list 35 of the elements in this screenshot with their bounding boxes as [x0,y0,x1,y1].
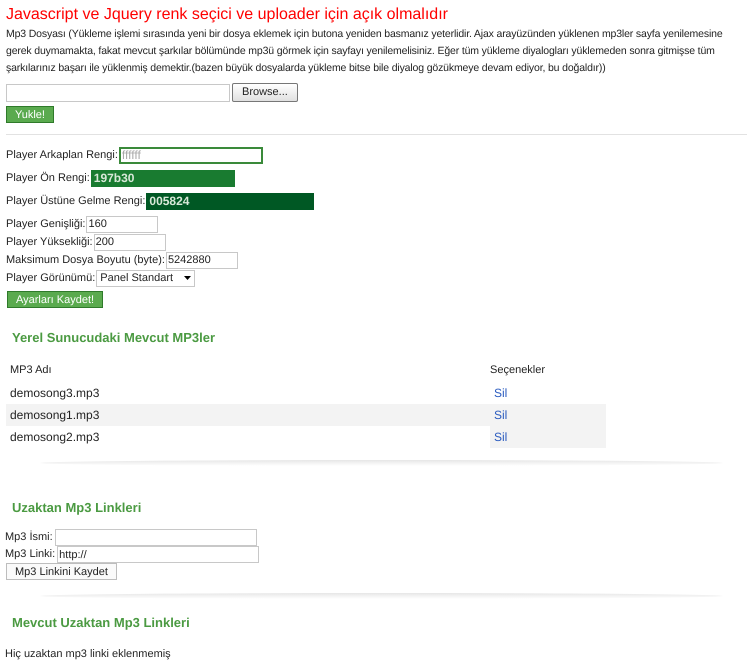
field-label: Mp3 İsmi: [5,530,53,546]
text-field[interactable]: 200 [94,234,166,250]
delete-link[interactable]: Sil [494,384,508,402]
setting-label: Player Yüksekliği: [6,234,93,250]
field-label: Mp3 Linki: [5,547,56,562]
section-heading: Yerel Sunucudaki Mevcut MP3ler [12,329,216,347]
setting-label: Player Üstüne Gelme Rengi: [6,194,146,209]
table-cell-text: demosong1.mp3 [9,406,100,424]
save-link-button[interactable]: Mp3 Linkini Kaydet [6,563,117,580]
color-field[interactable]: 005824 [146,192,314,210]
file-field[interactable] [6,84,230,102]
column-header: Seçenekler [490,363,546,378]
link-field[interactable]: http:// [57,546,260,563]
section-heading: Mevcut Uzaktan Mp3 Linkleri [12,614,191,632]
section-heading: Uzaktan Mp3 Linkleri [12,498,142,517]
dropdown[interactable]: Panel Standart [96,270,196,286]
table-cell-text: demosong3.mp3 [9,384,100,402]
upload-description: Mp3 Dosyası (Yükleme işlemi sırasında yeni bir dosya eklemek için butona yeniden basmanız yeterlidir. Ajax arayüzünden yüklenen mp3ler sayfa yenilemesine gerek duymamakta, fakat mevcut şarkılar bölümünde mp3ü görmek için sayfayı yenilemelisiniz. Eğer tüm yükleme diyalogları yüklemeden sonra gitmişse tüm şarkılarınız başarı ile yüklenmiş demektir.(bazen büyük dosyalarda yükleme bitse bile diyalog gözükmeye devam ediyor, bu doğaldır)) [6,27,724,76]
table-cell-text: demosong2.mp3 [9,428,100,446]
setting-label: Maksimum Dosya Boyutu (byte): [6,252,165,268]
delete-link[interactable]: Sil [494,406,508,424]
text-field[interactable]: 160 [86,216,158,232]
browse-button[interactable]: Browse... [232,83,298,102]
setting-label: Player Arkaplan Rengi: [6,148,118,163]
empty-message: Hiç uzaktan mp3 linki eklenmemiş [5,647,172,662]
color-field[interactable]: 197b30 [90,170,235,186]
text-field[interactable]: 5242880 [166,252,238,268]
delete-link[interactable]: Sil [494,428,508,446]
caret-icon [184,276,192,280]
setting-label: Player Ön Rengi: [6,170,90,186]
setting-label: Player Görünümü: [6,270,96,286]
name-field[interactable] [54,529,257,546]
setting-label: Player Genişliği: [6,216,86,232]
warning-heading: Javascript ve Jquery renk seçici ve uploader için açık olmalıdır [6,6,449,24]
column-header: MP3 Adı [9,363,53,378]
